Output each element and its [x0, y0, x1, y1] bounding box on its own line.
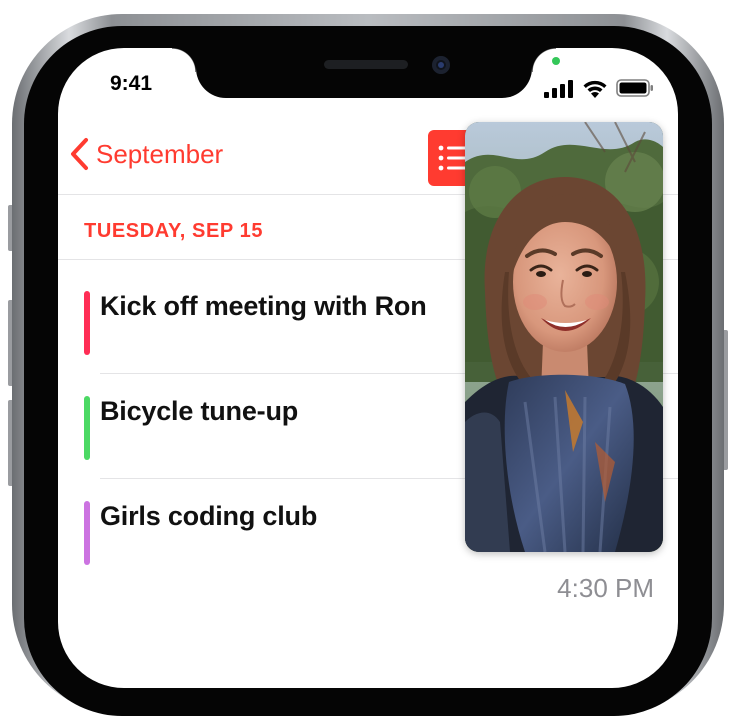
earpiece-speaker	[324, 60, 408, 69]
facetime-pip-window[interactable]	[465, 122, 663, 552]
caller-video-image	[465, 122, 663, 552]
chevron-left-icon	[71, 138, 88, 170]
status-time: 9:41	[110, 72, 153, 95]
cellular-signal-icon	[544, 80, 573, 98]
wifi-icon	[583, 80, 607, 98]
event-color-bar	[84, 291, 90, 355]
event-title: Kick off meeting with Ron	[100, 291, 427, 321]
event-time: 4:30 PM	[557, 573, 654, 603]
back-button-label: September	[96, 138, 224, 169]
notch	[172, 48, 556, 98]
event-color-bar	[84, 501, 90, 565]
battery-icon	[616, 79, 653, 97]
event-title: Girls coding club	[100, 501, 318, 531]
event-color-bar	[84, 396, 90, 460]
day-header: TUESDAY, SEP 15	[84, 220, 264, 242]
list-view-icon	[438, 145, 467, 171]
back-to-month-button[interactable]: September	[68, 134, 223, 174]
event-title: Bicycle tune-up	[100, 396, 299, 426]
front-camera	[432, 56, 450, 74]
